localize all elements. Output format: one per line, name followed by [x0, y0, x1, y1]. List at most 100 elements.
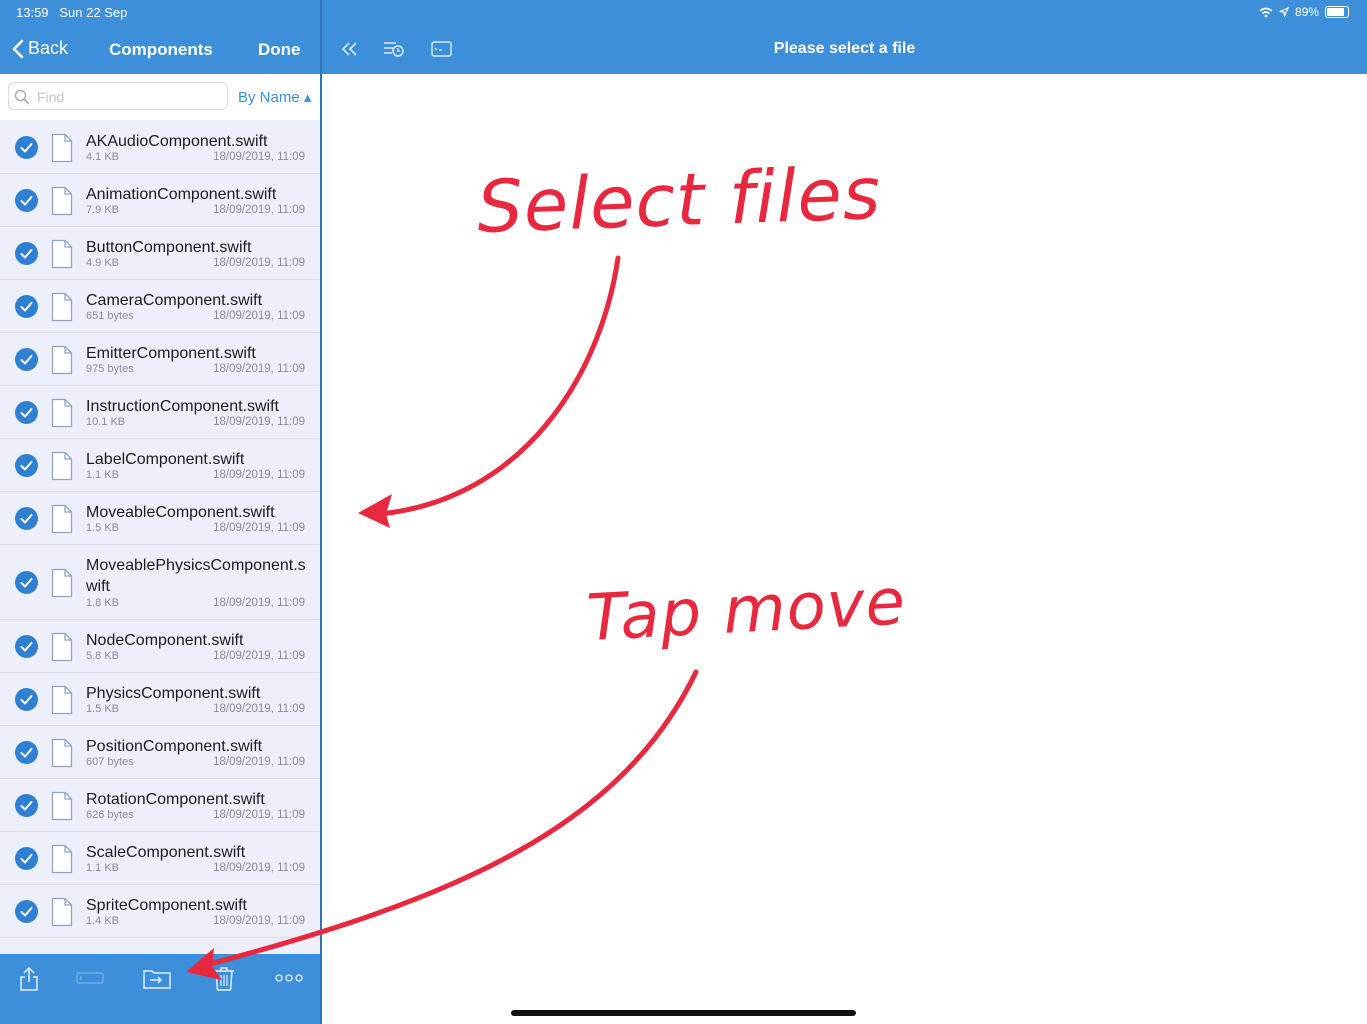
selected-checkmark-icon[interactable]	[15, 899, 38, 923]
selected-checkmark-icon[interactable]	[15, 135, 38, 159]
document-icon	[51, 632, 73, 661]
arrowhead-to-file-list	[358, 494, 392, 528]
file-name: ButtonComponent.swift	[86, 239, 252, 256]
file-date: 18/09/2019, 11:09	[213, 650, 305, 662]
document-icon	[51, 186, 73, 215]
status-time-date: 13:59 Sun 22 Sep	[16, 5, 127, 20]
file-row[interactable]: EmitterComponent.swift 975 bytes 18/09/201…	[0, 333, 320, 386]
done-button[interactable]: Done	[258, 40, 301, 60]
status-date: Sun 22 Sep	[59, 5, 128, 20]
file-date: 18/09/2019, 11:09	[213, 703, 305, 715]
file-name: AnimationComponent.swift	[86, 186, 277, 203]
document-icon	[51, 345, 73, 374]
document-icon	[51, 738, 73, 767]
folder-title: Components	[109, 40, 213, 59]
file-date: 18/09/2019, 11:09	[213, 416, 305, 428]
selected-checkmark-icon[interactable]	[15, 846, 38, 870]
file-row[interactable]: CameraComponent.swift 651 bytes 18/09/2019…	[0, 280, 320, 333]
file-row[interactable]: AnimationComponent.swift 7.9 KB 18/09/2019…	[0, 174, 320, 227]
selected-checkmark-icon[interactable]	[15, 188, 38, 212]
document-icon	[51, 133, 73, 162]
more-icon[interactable]	[275, 974, 303, 982]
file-name: AKAudioComponent.swift	[86, 133, 268, 150]
bottom-toolbar	[0, 954, 320, 1024]
file-name: MoveableComponent.swift	[86, 504, 275, 521]
search-field[interactable]	[8, 82, 228, 110]
file-size: 1.4 KB	[86, 915, 120, 927]
selected-checkmark-icon[interactable]	[15, 506, 38, 530]
selected-checkmark-icon[interactable]	[15, 570, 38, 594]
file-row[interactable]: LabelComponent.swift 1.1 KB 18/09/2019, 11…	[0, 439, 320, 492]
document-icon	[51, 897, 73, 926]
left-navigation-bar: 13:59 Sun 22 Sep Back Components Done	[0, 0, 320, 74]
file-name: PhysicsComponent.swift	[86, 685, 261, 702]
file-size: 5.8 KB	[86, 650, 120, 662]
file-row[interactable]: RotationComponent.swift 626 bytes 18/09/20…	[0, 779, 320, 832]
file-row[interactable]: ButtonComponent.swift 4.9 KB 18/09/2019, 1…	[0, 227, 320, 280]
file-size: 10.1 KB	[86, 416, 126, 428]
right-navigation-bar: 89% Please select a file	[322, 0, 1367, 74]
wifi-icon	[1259, 7, 1273, 17]
file-size: 4.9 KB	[86, 257, 120, 269]
file-name: PositionComponent.swift	[86, 738, 263, 755]
back-label: Back	[28, 38, 69, 58]
document-icon	[51, 844, 73, 873]
trash-icon[interactable]	[212, 966, 236, 992]
file-list: AKAudioComponent.swift 4.1 KB 18/09/2019, …	[0, 121, 320, 938]
file-row[interactable]: PhysicsComponent.swift 1.5 KB 18/09/2019, …	[0, 673, 320, 726]
file-date: 18/09/2019, 11:09	[213, 597, 305, 609]
file-row[interactable]: MoveableComponent.swift 1.5 KB 18/09/2019,…	[0, 492, 320, 545]
detail-title: Please select a file	[773, 40, 916, 57]
file-row[interactable]: InstructionComponent.swift 10.1 KB 18/09/2…	[0, 386, 320, 439]
file-row[interactable]: MoveablePhysicsComponent.swift 1.8 KB 18/0…	[0, 545, 320, 620]
file-row[interactable]: NodeComponent.swift 5.8 KB 18/09/2019, 11:…	[0, 620, 320, 673]
file-size: 626 bytes	[86, 809, 134, 821]
status-indicators: 89%	[1259, 5, 1349, 19]
file-date: 18/09/2019, 11:09	[213, 204, 305, 216]
file-size: 1.1 KB	[86, 862, 120, 874]
selected-checkmark-icon[interactable]	[15, 241, 38, 265]
file-row[interactable]: AKAudioComponent.swift 4.1 KB 18/09/2019, …	[0, 121, 320, 174]
file-date: 18/09/2019, 11:09	[213, 310, 305, 322]
sort-by-name-button[interactable]: By Name ▴	[238, 88, 311, 106]
document-icon	[51, 239, 73, 268]
selected-checkmark-icon[interactable]	[15, 400, 38, 424]
move-icon[interactable]	[142, 966, 172, 990]
file-name: RotationComponent.swift	[86, 791, 265, 808]
annotation-select-files: Select files	[476, 151, 883, 249]
pane-divider[interactable]	[320, 0, 322, 1024]
file-name: LabelComponent.swift	[86, 451, 245, 468]
selected-checkmark-icon[interactable]	[15, 453, 38, 477]
file-row[interactable]: PositionComponent.swift 607 bytes 18/09/20…	[0, 726, 320, 779]
share-icon[interactable]	[18, 966, 40, 992]
search-input[interactable]	[35, 88, 224, 106]
annotation-tap-move: Tap move	[585, 565, 908, 656]
rename-icon[interactable]	[76, 970, 104, 986]
selected-checkmark-icon[interactable]	[15, 634, 38, 658]
battery-icon	[1325, 6, 1349, 18]
back-button[interactable]: Back	[12, 38, 68, 59]
document-icon	[51, 451, 73, 480]
file-date: 18/09/2019, 11:09	[213, 756, 305, 768]
home-indicator[interactable]	[511, 1010, 856, 1016]
file-date: 18/09/2019, 11:09	[213, 469, 305, 481]
file-size: 1.5 KB	[86, 522, 120, 534]
selected-checkmark-icon[interactable]	[15, 793, 38, 817]
document-icon	[51, 791, 73, 820]
file-size: 4.1 KB	[86, 151, 120, 163]
location-icon	[1278, 7, 1289, 17]
file-name: SpriteComponent.swift	[86, 897, 247, 914]
file-name: InstructionComponent.swift	[86, 398, 279, 415]
file-date: 18/09/2019, 11:09	[213, 862, 305, 874]
selected-checkmark-icon[interactable]	[15, 740, 38, 764]
file-row[interactable]: SpriteComponent.swift 1.4 KB 18/09/2019, 1…	[0, 885, 320, 938]
file-name: NodeComponent.swift	[86, 632, 244, 649]
selected-checkmark-icon[interactable]	[15, 294, 38, 318]
selected-checkmark-icon[interactable]	[15, 347, 38, 371]
selected-checkmark-icon[interactable]	[15, 687, 38, 711]
file-row[interactable]: ScaleComponent.swift 1.1 KB 18/09/2019, 11…	[0, 832, 320, 885]
file-name: EmitterComponent.swift	[86, 345, 256, 362]
arrow-to-file-list	[377, 255, 621, 517]
file-size: 607 bytes	[86, 756, 134, 768]
document-icon	[51, 398, 73, 427]
